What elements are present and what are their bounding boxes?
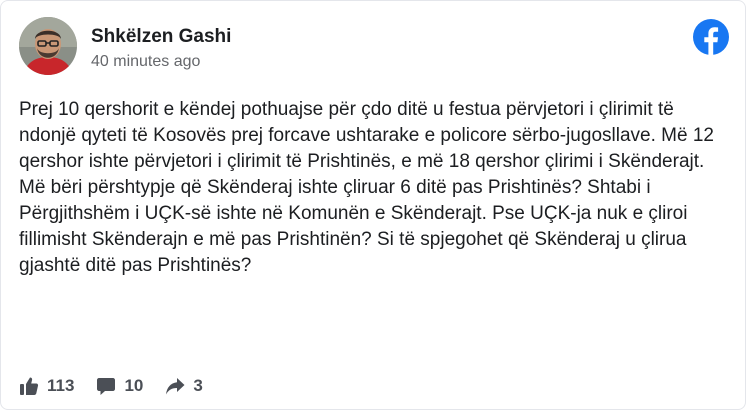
share-icon: [166, 378, 185, 395]
author-avatar[interactable]: [19, 17, 77, 75]
share-button[interactable]: 3: [165, 376, 203, 396]
comment-button[interactable]: 10: [96, 376, 143, 396]
thumbs-up-icon: [20, 377, 39, 395]
comment-count: 10: [124, 376, 144, 395]
like-count: 113: [47, 376, 75, 395]
post-actions-bar: 113 10 3: [19, 375, 225, 397]
author-name[interactable]: Shkëlzen Gashi: [91, 26, 231, 48]
post-timestamp[interactable]: 40 minutes ago: [91, 53, 200, 71]
facebook-icon[interactable]: [693, 19, 729, 55]
post-body-text: Prej 10 qershorit e këndej pothuajse për…: [19, 99, 714, 276]
like-button[interactable]: 113: [19, 376, 74, 396]
share-count: 3: [193, 376, 203, 395]
comment-icon: [97, 378, 116, 395]
post-card: Shkëlzen Gashi 40 minutes ago Prej 10 qe…: [0, 0, 746, 410]
